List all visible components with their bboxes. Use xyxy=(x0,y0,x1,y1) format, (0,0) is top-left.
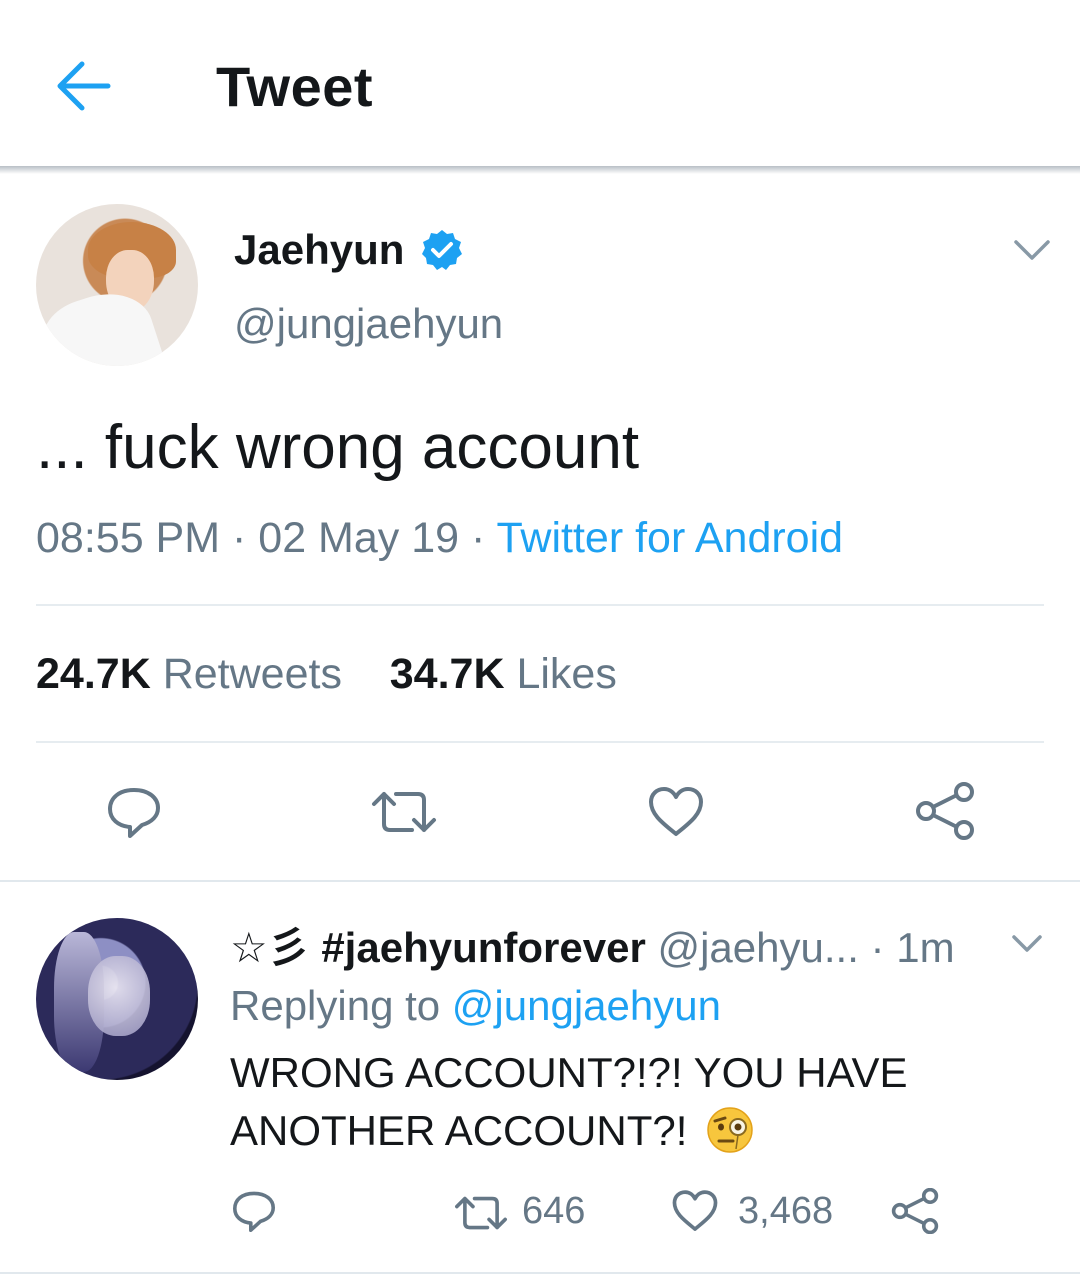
reply-header: ☆彡 #jaehyunforever @jaehyu... · 1m xyxy=(230,914,955,975)
like-icon xyxy=(649,787,703,836)
share-icon xyxy=(891,1188,939,1234)
tweet-date: 02 May 19 xyxy=(258,514,460,562)
like-icon xyxy=(672,1190,718,1231)
reply-text-line: WRONG ACCOUNT?!?! YOU HAVE xyxy=(230,1049,908,1096)
section-divider xyxy=(0,1272,1080,1274)
verified-badge-icon xyxy=(422,230,462,270)
tweet-source-link[interactable]: Twitter for Android xyxy=(497,514,844,562)
divider xyxy=(36,741,1044,743)
reply-like-count: 3,468 xyxy=(738,1190,834,1232)
page-title: Tweet xyxy=(216,55,374,118)
reply-button[interactable] xyxy=(104,784,164,840)
replying-prefix: Replying to xyxy=(230,982,452,1029)
tweet-meta: 08:55 PM · 02 May 19 · Twitter for Andro… xyxy=(36,514,843,563)
reply-retweet-button[interactable] xyxy=(452,1192,510,1234)
share-button[interactable] xyxy=(914,782,976,840)
back-button[interactable] xyxy=(52,58,114,114)
meta-separator: · xyxy=(459,514,497,562)
reply-icon xyxy=(108,788,160,838)
author-avatar[interactable] xyxy=(36,204,198,366)
section-divider xyxy=(0,880,1080,882)
author-name[interactable]: Jaehyun xyxy=(234,226,404,274)
retweet-icon xyxy=(372,792,436,832)
reply-time-separator: · xyxy=(858,924,897,971)
retweet-button[interactable] xyxy=(368,786,440,838)
reply-author-name[interactable]: ☆彡 #jaehyunforever xyxy=(230,924,646,971)
reply-like-button[interactable] xyxy=(670,1188,720,1234)
meta-separator: · xyxy=(220,514,259,562)
likes-stat[interactable]: 34.7K Likes xyxy=(390,650,617,698)
header-shadow xyxy=(0,166,1080,174)
like-button[interactable] xyxy=(646,784,706,840)
arrow-left-icon xyxy=(57,61,111,111)
tweet-stats: 24.7K Retweets 34.7K Likes xyxy=(36,650,617,699)
face-with-monocle-emoji-icon xyxy=(707,1107,753,1153)
replying-to: Replying to @jungjaehyun xyxy=(230,982,721,1030)
reply-text-line: ANOTHER ACCOUNT?! xyxy=(230,1107,700,1154)
reply-reply-button[interactable] xyxy=(230,1188,278,1234)
share-icon xyxy=(916,782,974,840)
reply-text-line-2: ANOTHER ACCOUNT?! xyxy=(230,1102,1030,1160)
tweet-text: ... fuck wrong account xyxy=(36,413,640,482)
reply-author-handle[interactable]: @jaehyu... xyxy=(657,924,858,971)
reply-share-button[interactable] xyxy=(890,1188,940,1234)
reply-author-avatar[interactable] xyxy=(36,918,198,1080)
retweets-label: Retweets xyxy=(162,650,342,698)
likes-count: 34.7K xyxy=(389,650,505,698)
retweets-count: 24.7K xyxy=(36,650,151,698)
author-handle[interactable]: @jungjaehyun xyxy=(234,300,503,348)
chevron-down-icon[interactable] xyxy=(1010,932,1044,956)
retweet-icon xyxy=(455,1196,507,1230)
divider xyxy=(36,604,1044,606)
likes-label: Likes xyxy=(516,650,617,698)
retweets-stat[interactable]: 24.7K Retweets xyxy=(36,650,342,698)
top-bar: Tweet xyxy=(0,0,1080,168)
chevron-down-icon[interactable] xyxy=(1012,236,1052,264)
replying-to-handle[interactable]: @jungjaehyun xyxy=(452,982,721,1029)
reply-text: WRONG ACCOUNT?!?! YOU HAVE ANOTHER ACCOU… xyxy=(230,1044,1030,1160)
reply-retweet-count: 646 xyxy=(522,1190,586,1232)
tweet-time: 08:55 PM xyxy=(36,514,221,562)
reply-icon xyxy=(233,1191,275,1232)
reply-timestamp: 1m xyxy=(896,924,955,971)
